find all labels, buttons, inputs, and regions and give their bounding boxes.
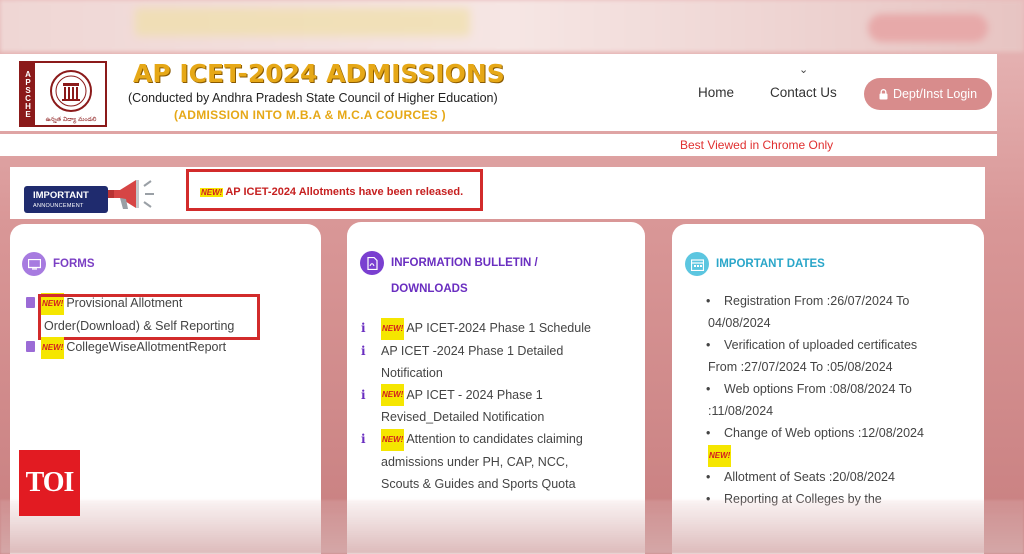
bullet: •	[706, 338, 711, 352]
new-badge: NEW!	[381, 429, 405, 452]
announcement-bar: IMPORTANT ANNOUNCEMENT NEW! AP ICET-2024 …	[10, 167, 985, 219]
info-item-label-cont: Notification	[381, 365, 443, 380]
blurred-button-ghost	[868, 14, 988, 42]
info-item-label: Attention to candidates claiming	[406, 432, 583, 447]
info-item-label-cont: Scouts & Guides and Sports Quota	[381, 477, 576, 492]
dept-login-label: Dept/Inst Login	[892, 87, 978, 101]
info-item-label-cont: admissions under PH, CAP, NCC,	[381, 455, 569, 470]
date-item-label: Verification of uploaded certificates	[724, 338, 918, 352]
date-item-label-cont: From :27/07/2024 To :05/08/2024	[708, 360, 893, 374]
info-item-label: AP ICET-2024 Phase 1 Schedule	[406, 321, 591, 335]
date-item-allotment: • Allotment of Seats :20/08/2024	[706, 466, 978, 488]
nav-home-link[interactable]: Home	[698, 85, 734, 100]
lock-icon	[879, 88, 888, 99]
date-item-label-cont: :11/08/2024	[708, 404, 774, 418]
date-item-label-cont: 04/08/2024	[708, 316, 771, 330]
info-item-label: AP ICET -2024 Phase 1 Detailed	[381, 343, 564, 358]
pdf-icon	[360, 251, 384, 275]
apsche-logo[interactable]: APSCHE ఉన్నత విద్యా మండలి	[19, 61, 107, 127]
date-item-verification: • Verification of uploaded certificates F…	[706, 334, 978, 378]
info-heading: INFORMATION BULLETIN / DOWNLOADS	[360, 250, 538, 302]
date-item-new-row: NEW!	[708, 444, 978, 467]
calendar-icon	[685, 252, 709, 276]
info-title-line1: INFORMATION BULLETIN /	[391, 257, 538, 269]
info-list: i NEW! AP ICET-2024 Phase 1 Schedule i AP…	[361, 317, 631, 495]
page-subtitle-courses: (ADMISSION INTO M.B.A & M.C.A COURCES )	[174, 108, 446, 122]
info-item-phase1-notification[interactable]: i AP ICET -2024 Phase 1 Detailed Notifica…	[361, 340, 631, 384]
bullet: •	[706, 470, 711, 484]
info-item-label-cont: Revised_Detailed Notification	[381, 410, 545, 425]
date-item-change-options: • Change of Web options :12/08/2024	[706, 422, 978, 444]
monitor-icon	[22, 252, 46, 276]
bullet: •	[706, 382, 711, 396]
announcement-text[interactable]: NEW! AP ICET-2024 Allotments have been re…	[200, 186, 463, 198]
dates-heading: IMPORTANT DATES	[685, 252, 825, 276]
toi-watermark-logo: TOI	[19, 450, 80, 516]
date-item-label: Web options From :08/08/2024 To	[724, 382, 912, 396]
blurred-title-ghost	[135, 8, 470, 36]
new-badge: NEW!	[708, 444, 732, 467]
date-item-web-options: • Web options From :08/08/2024 To :11/08/…	[706, 378, 978, 422]
info-title-line2: DOWNLOADS	[391, 283, 468, 295]
badge-line1: IMPORTANT	[33, 190, 89, 201]
date-item-label: Allotment of Seats :20/08/2024	[724, 470, 895, 484]
best-viewed-bar: Best Viewed in Chrome Only	[0, 134, 997, 156]
info-item-attention-candidates[interactable]: i NEW! Attention to candidates claiming ad…	[361, 428, 631, 495]
dates-list: • Registration From :26/07/2024 To 04/08/…	[706, 290, 978, 510]
important-announcement-badge: IMPORTANT ANNOUNCEMENT	[24, 186, 108, 213]
info-item-label: AP ICET - 2024 Phase 1	[406, 387, 543, 402]
new-badge: NEW!	[381, 384, 405, 407]
nav-contact-link[interactable]: Contact Us	[770, 85, 837, 100]
best-viewed-notice: Best Viewed in Chrome Only	[680, 138, 834, 152]
forms-title: FORMS	[53, 258, 95, 270]
date-item-registration: • Registration From :26/07/2024 To 04/08/…	[706, 290, 978, 334]
forms-item-label: CollegeWiseAllotmentReport	[66, 340, 227, 354]
forms-heading: FORMS	[22, 252, 95, 276]
document-icon	[26, 341, 35, 352]
dept-login-button[interactable]: Dept/Inst Login	[864, 78, 992, 110]
info-item-revised-notification[interactable]: i NEW! AP ICET - 2024 Phase 1 Revised_Deta…	[361, 384, 631, 429]
logo-emblem-icon: ఉన్నత విద్యా మండలి	[35, 63, 105, 125]
bullet: •	[706, 294, 711, 308]
chevron-down-icon[interactable]: ⌄	[799, 63, 808, 76]
site-header: APSCHE ఉన్నత విద్యా మండలి AP ICET-2024 A…	[0, 54, 997, 131]
new-badge: NEW!	[200, 187, 224, 197]
date-item-label: Change of Web options :12/08/2024	[724, 426, 924, 440]
date-item-label: Registration From :26/07/2024 To	[724, 294, 910, 308]
provisional-allotment-highlight	[38, 294, 260, 340]
forms-item-collegewise-report[interactable]: NEW! CollegeWiseAllotmentReport	[26, 336, 226, 359]
info-item-phase1-schedule[interactable]: i NEW! AP ICET-2024 Phase 1 Schedule	[361, 317, 631, 340]
page-subtitle: (Conducted by Andhra Pradesh State Counc…	[128, 91, 498, 105]
dates-title: IMPORTANT DATES	[716, 258, 825, 270]
info-icon: i	[361, 321, 366, 335]
info-icon: i	[361, 432, 366, 447]
megaphone-icon	[108, 180, 154, 209]
badge-line2: ANNOUNCEMENT	[33, 203, 84, 209]
new-badge: NEW!	[41, 336, 65, 359]
logo-caption: ఉన్నత విద్యా మండలి	[46, 116, 97, 124]
info-icon: i	[361, 387, 366, 402]
announcement-message: AP ICET-2024 Allotments have been releas…	[225, 186, 464, 198]
new-badge: NEW!	[381, 317, 405, 340]
bullet: •	[706, 426, 711, 440]
announcement-highlight-box[interactable]: NEW! AP ICET-2024 Allotments have been re…	[186, 169, 483, 211]
title-block: AP ICET-2024 ADMISSIONS (Conducted by An…	[128, 59, 505, 122]
page-title: AP ICET-2024 ADMISSIONS	[133, 59, 505, 88]
info-icon: i	[361, 343, 366, 358]
document-icon	[26, 297, 35, 308]
bottom-blur-overlay	[0, 500, 1024, 554]
logo-side-text: APSCHE	[21, 63, 35, 125]
blurred-top-band	[0, 0, 1024, 52]
